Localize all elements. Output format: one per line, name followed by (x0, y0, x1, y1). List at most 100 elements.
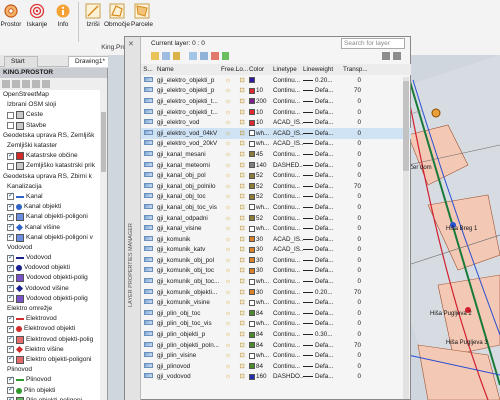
refresh-icon[interactable] (382, 52, 391, 60)
table-row[interactable]: gji_elektro_objekti_t... ☼ ⊡ 10 Continu... De… (141, 107, 411, 118)
lock-icon[interactable]: ⊡ (235, 267, 249, 274)
layer-linetype[interactable]: Continu... (273, 331, 303, 338)
layer-transparency[interactable]: 0 (343, 236, 363, 243)
layer-linetype[interactable]: Continu... (273, 151, 303, 158)
lock-icon[interactable]: ⊡ (235, 77, 249, 84)
layer-checkbox[interactable] (7, 202, 14, 212)
layer-linetype[interactable]: Continu... (273, 193, 303, 200)
table-row[interactable]: gji_komunik_objekti... ☼ ⊡ 30 Continu... 0.20… (141, 287, 411, 298)
layer-name[interactable]: gji_kanal_obj_pol (155, 172, 221, 179)
layer-checkbox[interactable] (7, 334, 14, 344)
lock-icon[interactable]: ⊡ (235, 310, 249, 317)
layer-status-icon[interactable] (141, 182, 155, 190)
layer-status-icon[interactable] (141, 129, 155, 137)
layer-linetype[interactable]: Continu... (273, 98, 303, 105)
table-row[interactable]: gji_komunik_obj_toc... ☼ ⊡ wh... Continu... D… (141, 276, 411, 287)
lock-icon[interactable]: ⊡ (235, 246, 249, 253)
tree-item[interactable]: Kanal objekti (0, 202, 107, 212)
table-row[interactable]: gji_kanal_obj_pol ☼ ⊡ 52 Continu... Defa... 0 (141, 170, 411, 181)
sun-icon[interactable]: ☼ (221, 215, 235, 222)
table-row[interactable]: gji_komunik ☼ ⊡ 30 ACAD_IS... Defa... 0 (141, 234, 411, 245)
layer-linetype[interactable]: Continu... (273, 225, 303, 232)
layer-lineweight[interactable]: Defa... (303, 225, 343, 232)
layer-status-icon[interactable] (141, 341, 155, 349)
lock-icon[interactable]: ⊡ (235, 193, 249, 200)
layer-linetype[interactable]: Continu... (273, 215, 303, 222)
layer-name[interactable]: gji_plin_objekti_poln... (155, 342, 221, 349)
layer-checkbox[interactable] (7, 273, 14, 283)
lock-icon[interactable]: ⊡ (235, 331, 249, 338)
layer-color[interactable]: 84 (249, 363, 273, 370)
layer-checkbox[interactable] (7, 151, 14, 161)
layer-lineweight[interactable]: 0.20... (303, 77, 343, 84)
layer-name[interactable]: gji_komunik_objekti... (155, 289, 221, 296)
layer-transparency[interactable]: 0 (343, 278, 363, 285)
sun-icon[interactable]: ☼ (221, 151, 235, 158)
tree-item[interactable]: Kanal objekti-poligoni (0, 212, 107, 222)
layer-status-icon[interactable] (141, 299, 155, 306)
layer-name[interactable]: gji_komunik_obj_toc... (155, 278, 221, 285)
lock-icon[interactable]: ⊡ (235, 204, 249, 211)
layer-lineweight[interactable]: Defa... (303, 373, 343, 380)
tree-item[interactable]: Elektro višine (0, 344, 107, 355)
izrisi-button[interactable]: Izriši (82, 2, 104, 28)
sun-icon[interactable]: ☼ (221, 98, 235, 105)
tree-item[interactable]: Kanal objekti-poligoni v (0, 232, 107, 243)
table-row[interactable]: gji_elektro_objekti_p ☼ ⊡ Continu... 0.20...… (141, 75, 411, 86)
layer-transparency[interactable]: 0 (343, 225, 363, 232)
sun-icon[interactable]: ☼ (221, 193, 235, 200)
layer-linetype[interactable]: ACAD_IS... (273, 140, 303, 147)
tree-item[interactable]: Kanalizacija (0, 182, 107, 192)
layer-linetype[interactable]: Continu... (273, 363, 303, 370)
layer-linetype[interactable]: DASHDO... (273, 373, 303, 380)
layer-transparency[interactable]: 70 (343, 342, 363, 349)
layer-lineweight[interactable]: 0.20... (303, 289, 343, 296)
layer-color[interactable] (249, 77, 273, 84)
lock-icon[interactable]: ⊡ (235, 352, 249, 359)
layer-checkbox[interactable] (7, 283, 14, 293)
layer-linetype[interactable]: ACAD_IS... (273, 130, 303, 137)
layer-status-icon[interactable] (141, 87, 155, 94)
layer-lineweight[interactable]: Defa... (303, 183, 343, 190)
layer-lineweight[interactable]: Defa... (303, 236, 343, 243)
tree-item[interactable]: Elektrovod objekti-polig (0, 334, 107, 345)
layer-transparency[interactable]: 0 (343, 331, 363, 338)
layer-name[interactable]: gji_elektro_objekti_t... (155, 98, 221, 105)
layer-color[interactable]: 160 (249, 373, 273, 380)
layer-transparency[interactable]: 0 (343, 172, 363, 179)
layer-transparency[interactable]: 0 (343, 151, 363, 158)
new-layer-icon[interactable] (189, 52, 198, 60)
layer-linetype[interactable]: Continu... (273, 299, 303, 306)
col-lineweight[interactable]: Lineweight (303, 66, 343, 73)
layer-name[interactable]: gji_plin_obj_toc_vis (155, 320, 221, 327)
layer-transparency[interactable]: 0 (343, 373, 363, 380)
layer-linetype[interactable]: Continu... (273, 77, 303, 84)
iskanje-button[interactable]: Iskanje (26, 2, 48, 28)
layer-checkbox[interactable] (7, 293, 14, 303)
layer-transparency[interactable]: 0 (343, 257, 363, 264)
layer-transparency[interactable]: 0 (343, 140, 363, 147)
lock-icon[interactable]: ⊡ (235, 236, 249, 243)
layer-checkbox[interactable] (7, 162, 14, 170)
layer-linetype[interactable]: Continu... (273, 183, 303, 190)
layer-color[interactable]: 10 (249, 87, 273, 94)
layer-transparency[interactable]: 0 (343, 119, 363, 126)
sun-icon[interactable]: ☼ (221, 352, 235, 359)
tree-item[interactable]: Vodovod objekti-polig (0, 293, 107, 304)
panel-tool-icon[interactable] (12, 80, 20, 88)
panel-tool-icon[interactable] (42, 80, 50, 88)
layer-color[interactable]: 30 (249, 236, 273, 243)
layer-status-icon[interactable] (141, 256, 155, 264)
panel-tool-icon[interactable] (32, 80, 40, 88)
tree-item[interactable]: Zemljiški kataster (0, 141, 107, 151)
layer-lineweight[interactable]: Defa... (303, 162, 343, 169)
table-row[interactable]: gji_kanal_mesani ☼ ⊡ 45 Continu... Defa... 0 (141, 149, 411, 160)
lock-icon[interactable]: ⊡ (235, 299, 249, 306)
layer-name[interactable]: gji_komunik_obj_toc (155, 267, 221, 274)
layer-name[interactable]: gji_elektro_vod_20kV (155, 140, 221, 147)
layer-color[interactable]: wh... (249, 352, 273, 359)
layer-lineweight[interactable]: Defa... (303, 215, 343, 222)
layer-lineweight[interactable]: Defa... (303, 140, 343, 147)
layer-checkbox[interactable] (7, 191, 14, 201)
layer-color[interactable]: 84 (249, 310, 273, 317)
